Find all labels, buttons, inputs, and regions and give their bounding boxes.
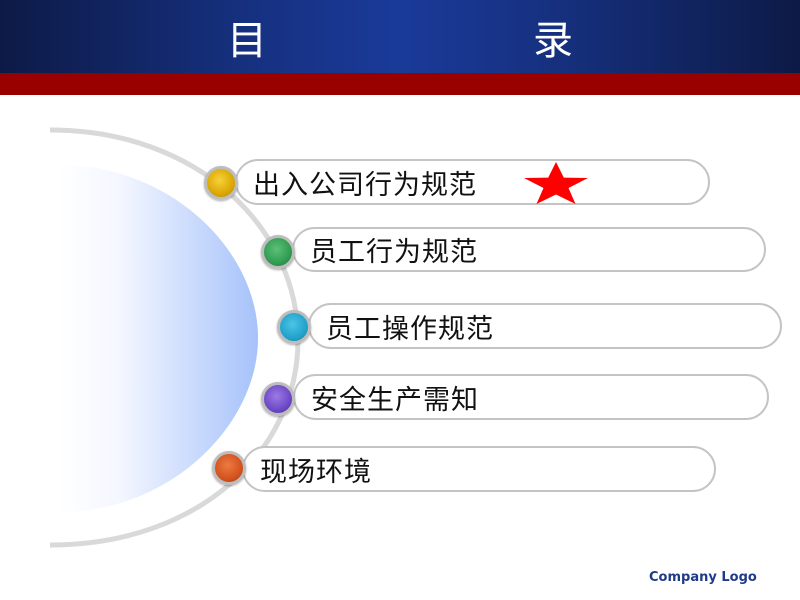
- toc-item-5[interactable]: 现场环境: [242, 446, 716, 492]
- bullet-icon: [212, 451, 246, 485]
- bullet-icon: [204, 166, 238, 200]
- bullet-icon: [261, 382, 295, 416]
- toc-item-label: 员工操作规范: [326, 313, 494, 345]
- toc-item-1[interactable]: 出入公司行为规范: [235, 159, 710, 205]
- toc-item-label: 现场环境: [260, 456, 372, 488]
- bullet-icon: [277, 310, 311, 344]
- company-logo: Company Logo: [649, 570, 757, 585]
- toc-item-4[interactable]: 安全生产需知: [293, 374, 769, 420]
- bullet-icon: [261, 235, 295, 269]
- decorative-arc-graphic: [49, 127, 301, 548]
- toc-item-label: 安全生产需知: [311, 384, 479, 416]
- toc-item-2[interactable]: 员工行为规范: [292, 227, 766, 272]
- toc-item-3[interactable]: 员工操作规范: [308, 303, 782, 349]
- toc-item-label: 出入公司行为规范: [253, 169, 477, 201]
- star-icon: [524, 162, 588, 204]
- toc-item-label: 员工行为规范: [310, 237, 478, 268]
